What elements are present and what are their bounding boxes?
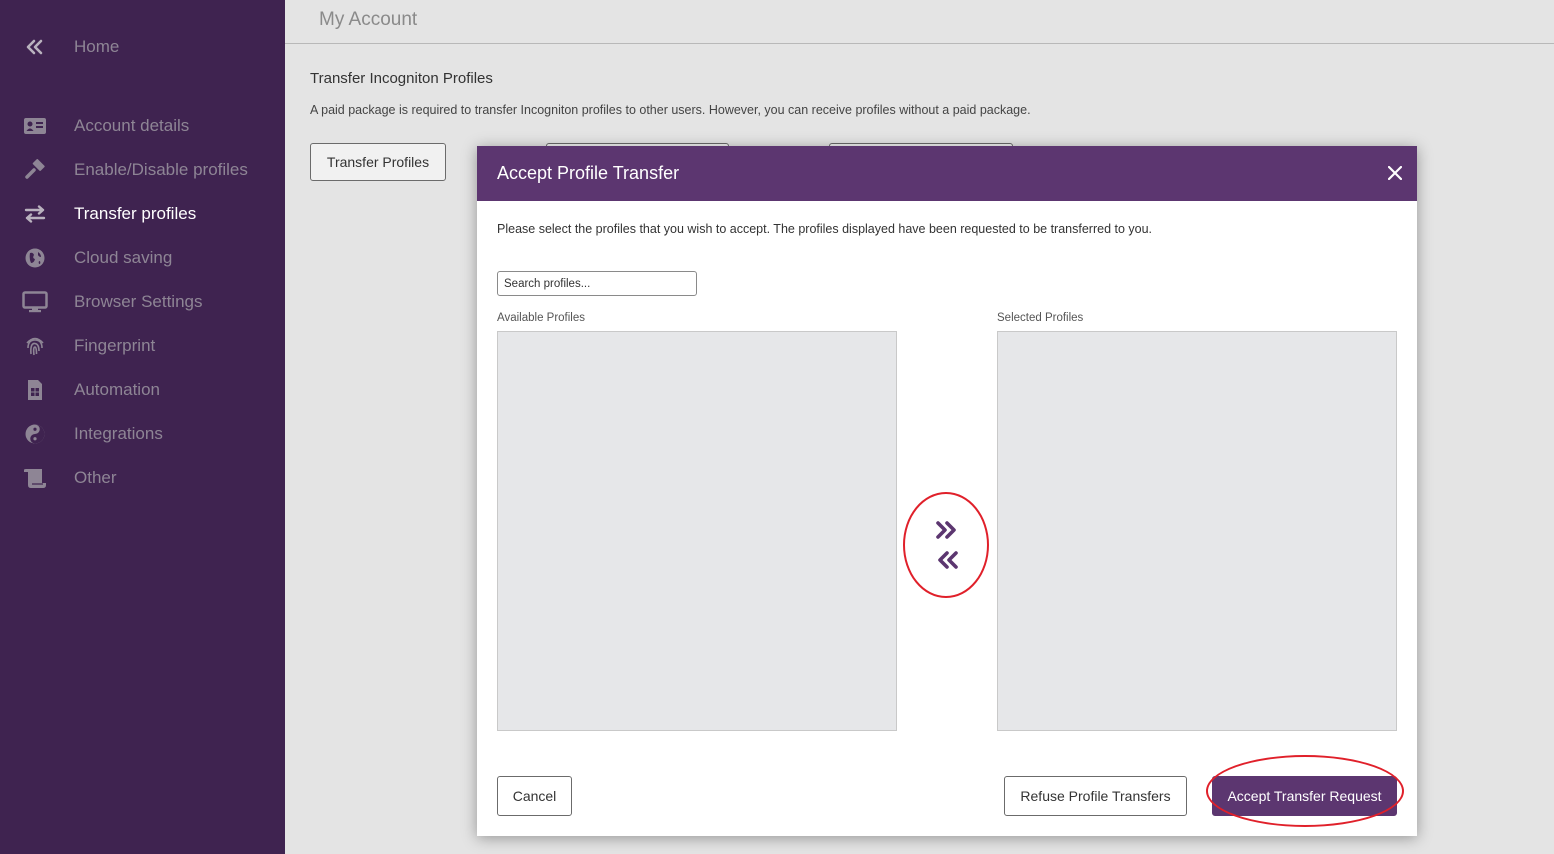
fingerprint-icon: [22, 333, 48, 359]
cancel-button[interactable]: Cancel: [497, 776, 572, 816]
accept-transfer-request-button[interactable]: Accept Transfer Request: [1212, 776, 1397, 816]
annotation-circle-arrows: [903, 492, 989, 598]
modal-header: Accept Profile Transfer: [477, 146, 1417, 201]
sidebar-item-label: Browser Settings: [74, 292, 203, 311]
sidebar-item-transfer-profiles[interactable]: Transfer profiles: [0, 197, 285, 231]
search-profiles-input[interactable]: [497, 271, 697, 296]
move-right-icon[interactable]: [934, 518, 960, 542]
sidebar-item-automation[interactable]: Automation: [0, 373, 285, 407]
sidebar-item-browser-settings[interactable]: Browser Settings: [0, 285, 285, 319]
id-card-icon: [22, 113, 48, 139]
sidebar-item-label: Account details: [74, 116, 190, 135]
sidebar-item-label: Integrations: [74, 424, 163, 443]
sidebar-item-other[interactable]: Other: [0, 461, 285, 495]
move-left-icon[interactable]: [934, 548, 960, 572]
page-title: My Account: [319, 9, 418, 30]
available-profiles-label: Available Profiles: [497, 312, 586, 324]
modal-instructions: Please select the profiles that you wish…: [497, 222, 1153, 236]
transfer-arrows-icon: [22, 201, 48, 227]
sidebar-item-label: Enable/Disable profiles: [74, 160, 248, 179]
sidebar-item-label: Transfer profiles: [74, 204, 197, 223]
top-bar: My Account: [285, 0, 1554, 44]
monitor-icon: [22, 289, 48, 315]
sidebar-item-label: Fingerprint: [74, 336, 156, 355]
sidebar-home-link[interactable]: Home: [0, 30, 285, 64]
sidebar-item-label: Other: [74, 468, 117, 487]
sidebar-home-label: Home: [74, 37, 120, 56]
sidebar-item-cloud-saving[interactable]: Cloud saving: [0, 241, 285, 275]
section-description: A paid package is required to transfer I…: [310, 103, 1031, 117]
yin-yang-icon: [22, 421, 48, 447]
collapse-chevrons-icon: [22, 34, 48, 60]
selected-profiles-list[interactable]: [997, 331, 1397, 731]
sidebar-item-label: Cloud saving: [74, 248, 173, 267]
sim-card-icon: [22, 377, 48, 403]
scroll-icon: [22, 465, 48, 491]
hammer-icon: [22, 157, 48, 183]
sidebar-item-fingerprint[interactable]: Fingerprint: [0, 329, 285, 363]
selected-profiles-label: Selected Profiles: [997, 312, 1084, 324]
sidebar-item-enable-disable-profiles[interactable]: Enable/Disable profiles: [0, 153, 285, 187]
section-title: Transfer Incogniton Profiles: [310, 70, 493, 87]
refuse-profile-transfers-button[interactable]: Refuse Profile Transfers: [1004, 776, 1187, 816]
sidebar-item-integrations[interactable]: Integrations: [0, 417, 285, 451]
sidebar-item-account-details[interactable]: Account details: [0, 109, 285, 143]
modal-title: Accept Profile Transfer: [497, 163, 680, 183]
close-icon[interactable]: [1383, 161, 1407, 185]
sidebar-item-label: Automation: [74, 380, 160, 399]
transfer-profiles-button[interactable]: Transfer Profiles: [310, 143, 446, 181]
available-profiles-list[interactable]: [497, 331, 897, 731]
accept-profile-transfer-modal: Accept Profile Transfer Please select th…: [477, 146, 1417, 836]
sidebar: Home Account details Enable/Disable prof…: [0, 0, 285, 854]
globe-icon: [22, 245, 48, 271]
